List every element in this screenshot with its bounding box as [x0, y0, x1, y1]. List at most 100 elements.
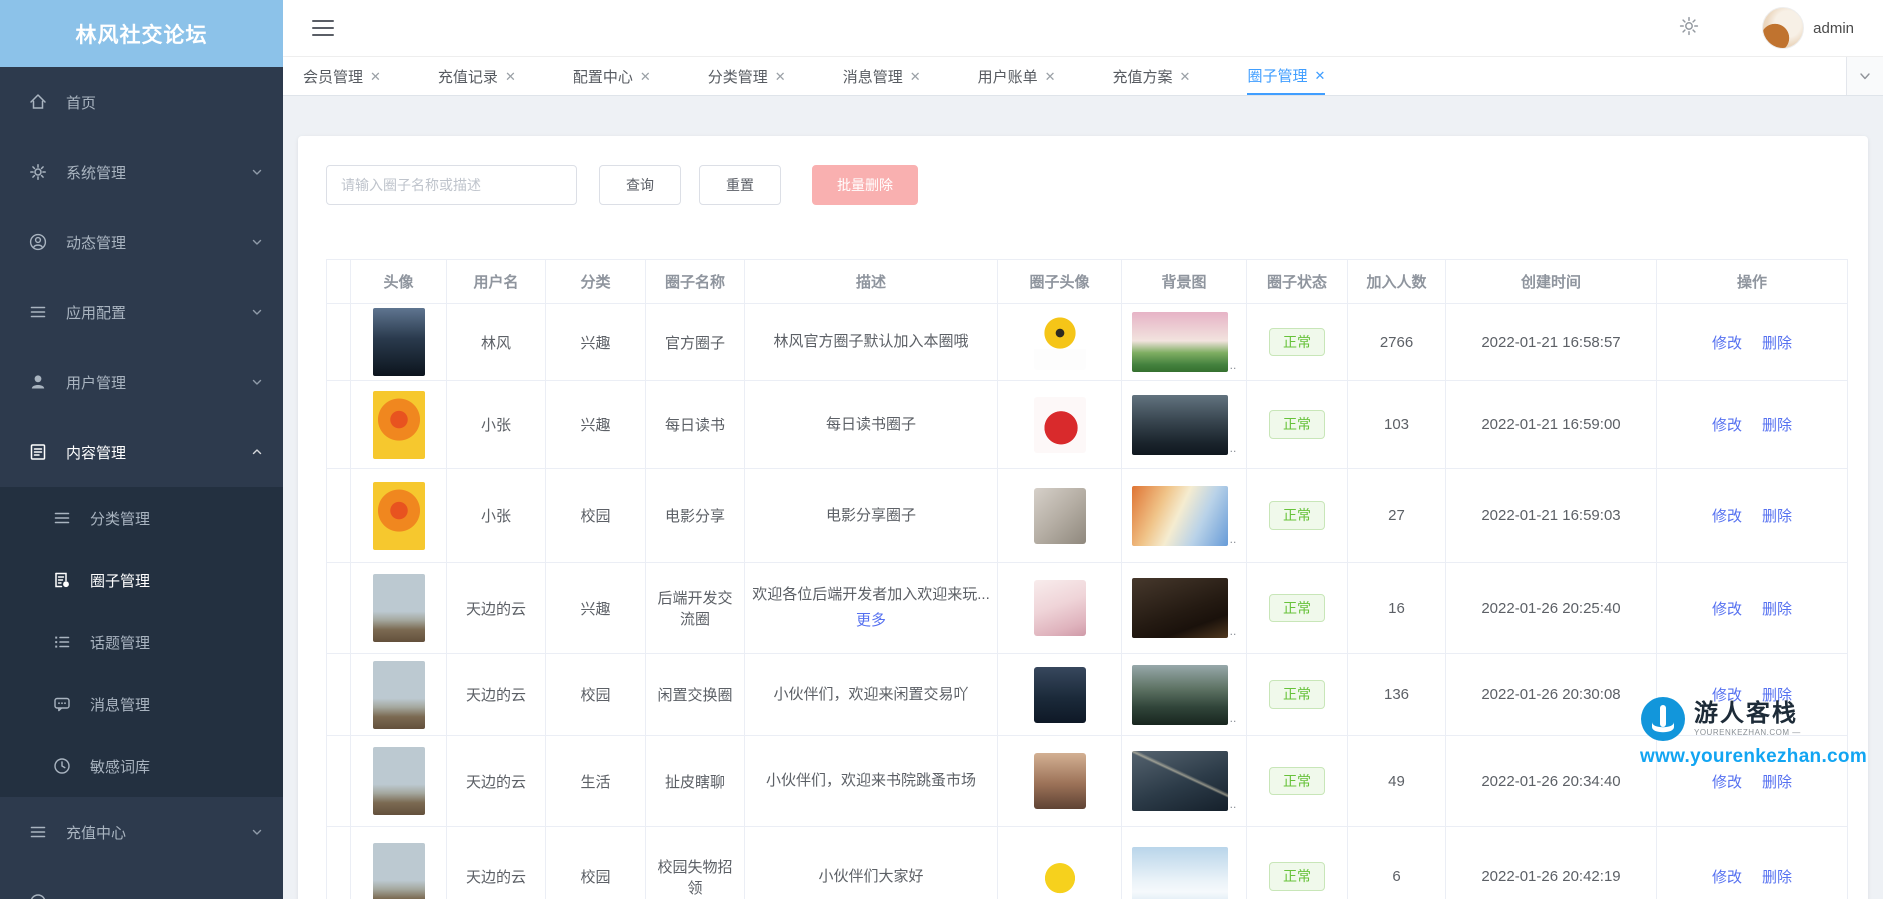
username-cell: 天边的云 — [446, 653, 546, 736]
sidebar: 林风社交论坛 首页 系统管理 动态管理 应用配置 用户管理 内容管理 分类管理 … — [0, 0, 283, 899]
circle-avatar-image — [1033, 666, 1086, 723]
page-content: 查询 重置 批量删除 头像 用户名 分 — [283, 96, 1883, 899]
delete-link[interactable]: 删除 — [1762, 774, 1792, 791]
topbar-right: admin — [1678, 7, 1854, 49]
members-count-cell: 2766 — [1347, 303, 1446, 381]
background-image — [1131, 312, 1228, 372]
close-icon[interactable]: ✕ — [370, 70, 381, 83]
batch-delete-button[interactable]: 批量删除 — [812, 165, 918, 205]
sidebar-item-partial[interactable] — [0, 867, 283, 899]
sidebar-collapse-icon[interactable] — [312, 19, 334, 37]
delete-link[interactable]: 删除 — [1762, 508, 1792, 525]
circle-name-cell: 闲置交换圈 — [645, 653, 745, 736]
circle-name-cell: 后端开发交流圈 — [645, 562, 745, 654]
edit-link[interactable]: 修改 — [1712, 774, 1742, 791]
user-avatar-image — [372, 660, 425, 729]
sidebar-item-dynamic-management[interactable]: 动态管理 — [0, 207, 283, 277]
close-icon[interactable]: ✕ — [640, 70, 651, 83]
edit-link[interactable]: 修改 — [1712, 869, 1742, 886]
document-gear-icon — [52, 570, 72, 590]
chevron-down-icon — [251, 306, 263, 318]
tab-config-center[interactable]: 配置中心 ✕ — [573, 57, 651, 95]
sidebar-item-label: 分类管理 — [90, 510, 151, 528]
search-input[interactable] — [326, 165, 577, 205]
tab-recharge-plans[interactable]: 充值方案 ✕ — [1113, 57, 1191, 95]
row-select-cell — [326, 826, 351, 899]
sidebar-item-sensitive-words[interactable]: 敏感词库 — [0, 735, 283, 797]
sidebar-item-topic-management[interactable]: 话题管理 — [0, 611, 283, 673]
sidebar-item-circle-management[interactable]: 圈子管理 — [0, 549, 283, 611]
sidebar-item-message-management[interactable]: 消息管理 — [0, 673, 283, 735]
header-select — [326, 259, 351, 304]
header-actions: 操作 — [1656, 259, 1848, 304]
tab-label: 充值方案 — [1112, 68, 1173, 86]
more-link[interactable]: 更多 — [856, 612, 886, 629]
tab-category-management[interactable]: 分类管理 ✕ — [708, 57, 786, 95]
person-circle-icon — [28, 232, 48, 252]
delete-link[interactable]: 删除 — [1762, 869, 1792, 886]
circle-avatar-image — [1033, 487, 1086, 544]
edit-link[interactable]: 修改 — [1712, 601, 1742, 618]
tab-circle-management[interactable]: 圈子管理 ✕ — [1247, 57, 1326, 95]
sidebar-item-system-management[interactable]: 系统管理 — [0, 137, 283, 207]
tabs-overflow-button[interactable] — [1846, 57, 1883, 95]
close-icon[interactable]: ✕ — [910, 70, 921, 83]
description-text: 小伙伴们，欢迎来书院跳蚤市场 — [765, 772, 976, 789]
chat-bubble-icon — [52, 694, 72, 714]
tab-recharge-records[interactable]: 充值记录 ✕ — [438, 57, 516, 95]
app-logo-title: 林风社交论坛 — [0, 0, 283, 67]
circle-avatar-image — [1033, 848, 1086, 899]
row-select-cell — [326, 380, 351, 469]
tab-label: 配置中心 — [572, 68, 633, 86]
close-icon[interactable]: ✕ — [1314, 69, 1325, 82]
user-avatar-image — [372, 842, 425, 899]
tab-user-bills[interactable]: 用户账单 ✕ — [978, 57, 1056, 95]
background-image — [1131, 485, 1228, 546]
list-icon — [52, 632, 72, 652]
members-count-cell: 49 — [1347, 735, 1446, 827]
query-button[interactable]: 查询 — [599, 165, 681, 205]
truncated-text: .. — [1229, 710, 1237, 725]
sidebar-item-user-management[interactable]: 用户管理 — [0, 347, 283, 417]
sidebar-item-home[interactable]: 首页 — [0, 67, 283, 137]
description-text: 小伙伴们大家好 — [818, 867, 924, 885]
edit-link[interactable]: 修改 — [1712, 335, 1742, 352]
tab-message-management[interactable]: 消息管理 ✕ — [843, 57, 921, 95]
status-badge: 正常 — [1269, 862, 1325, 891]
chevron-down-icon — [251, 166, 263, 178]
table-row: 天边的云 校园 闲置交换圈 小伙伴们，欢迎来闲置交易吖 .. 正常 136 20… — [326, 653, 1848, 736]
description-text: 电影分享圈子 — [825, 506, 916, 524]
background-image — [1131, 394, 1228, 455]
main-area: admin 会员管理 ✕ 充值记录 ✕ 配置中心 ✕ 分类管理 ✕ 消息管理 ✕ 用户账单… — [283, 0, 1883, 899]
close-icon[interactable]: ✕ — [775, 70, 786, 83]
category-cell: 生活 — [545, 735, 646, 827]
delete-link[interactable]: 删除 — [1762, 687, 1792, 704]
reset-button[interactable]: 重置 — [699, 165, 781, 205]
edit-link[interactable]: 修改 — [1712, 508, 1742, 525]
category-cell: 校园 — [545, 468, 646, 563]
sidebar-item-app-config[interactable]: 应用配置 — [0, 277, 283, 347]
sidebar-item-content-management[interactable]: 内容管理 — [0, 417, 283, 487]
edit-link[interactable]: 修改 — [1712, 417, 1742, 434]
tab-member-management[interactable]: 会员管理 ✕ — [303, 57, 381, 95]
close-icon[interactable]: ✕ — [505, 70, 516, 83]
document-icon — [28, 442, 48, 462]
menu-lines-icon — [52, 508, 72, 528]
settings-gear-icon[interactable] — [1678, 15, 1700, 41]
background-image — [1131, 846, 1228, 899]
edit-link[interactable]: 修改 — [1712, 687, 1742, 704]
close-icon[interactable]: ✕ — [1180, 70, 1191, 83]
close-icon[interactable]: ✕ — [1045, 70, 1056, 83]
tab-label: 会员管理 — [303, 68, 364, 86]
delete-link[interactable]: 删除 — [1762, 417, 1792, 434]
delete-link[interactable]: 删除 — [1762, 601, 1792, 618]
members-count-cell: 27 — [1347, 468, 1446, 563]
circle-name-cell: 每日读书 — [645, 380, 745, 469]
circle-icon — [28, 892, 48, 899]
delete-link[interactable]: 删除 — [1762, 335, 1792, 352]
sidebar-item-recharge-center[interactable]: 充值中心 — [0, 797, 283, 867]
username-label[interactable]: admin — [1813, 20, 1854, 37]
created-time-cell: 2022-01-21 16:58:57 — [1445, 303, 1657, 381]
sidebar-item-category-management[interactable]: 分类管理 — [0, 487, 283, 549]
user-avatar[interactable] — [1762, 7, 1805, 49]
